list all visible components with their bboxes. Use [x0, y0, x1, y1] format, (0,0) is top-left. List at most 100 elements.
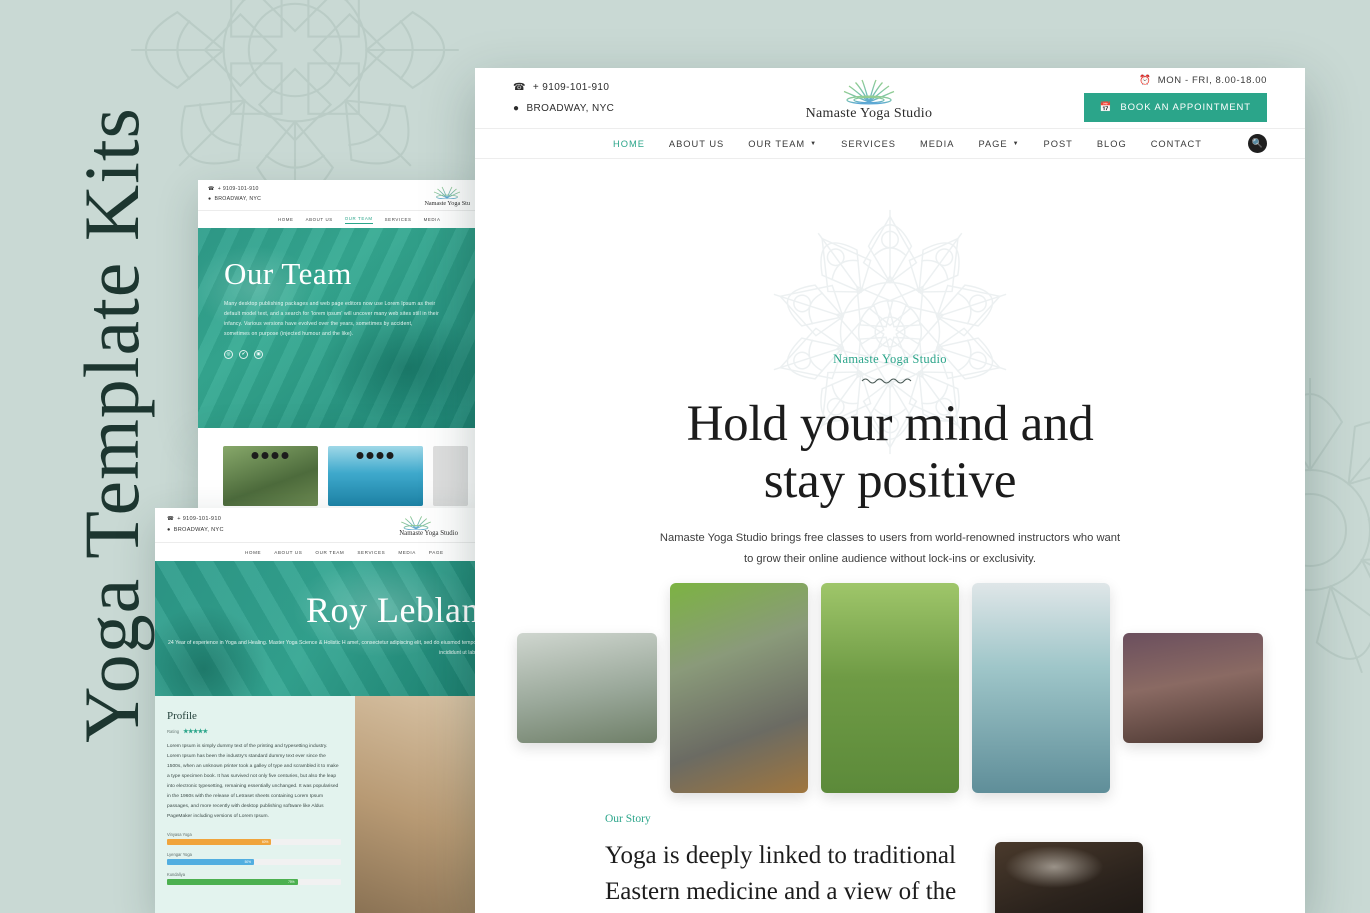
story-photo-cave[interactable]	[995, 842, 1143, 913]
strip-photo-dots	[251, 452, 289, 459]
card-team-nav-item-2[interactable]: OUR TEAM	[344, 216, 373, 224]
card-roy-nav[interactable]: HOME ABOUT US OUR TEAM SERVICES MEDIA PA…	[155, 542, 480, 561]
lotus-icon	[401, 515, 432, 530]
nav-item-home[interactable]: HOME	[613, 139, 645, 149]
card-roy-title: Roy Leblan	[306, 590, 480, 630]
search-icon[interactable]: 🔍	[1248, 134, 1267, 153]
skill-bar: Kundaliya 75%	[167, 872, 341, 886]
phone-icon: ☎	[208, 186, 215, 193]
calendar-icon: 📅	[1099, 101, 1113, 113]
skill-label: Lyengar Yoga	[167, 852, 192, 858]
photo-gallery	[475, 563, 1305, 813]
card-team-nav[interactable]: HOME ABOUT US OUR TEAM SERVICES MEDIA	[198, 210, 478, 228]
card-team-topbar: ☎ + 9109-101-910 ● BROADWAY, NYC Namaste…	[198, 180, 478, 210]
hero-content: Namaste Yoga Studio Hold your mind and s…	[475, 159, 1305, 602]
card-roy-nav-item-1[interactable]: ABOUT US	[274, 550, 302, 555]
card-roy-body: Profile Rating ★★★★★ Lorem Ipsum is simp…	[155, 696, 480, 913]
card-roy-nav-item-2[interactable]: OUR TEAM	[315, 550, 344, 555]
rating-label: Rating	[167, 729, 180, 734]
nav-item-media[interactable]: MEDIA	[920, 139, 954, 149]
gallery-photo-statue-mist[interactable]	[517, 633, 657, 743]
skill-fill: 60%	[167, 839, 272, 846]
nav-label: BLOG	[1096, 138, 1127, 149]
site-nav[interactable]: HOME ABOUT US OUR TEAM ▼ SERVICES MEDIA …	[475, 128, 1305, 159]
book-appointment-button[interactable]: 📅 BOOK AN APPOINTMENT	[1083, 92, 1267, 122]
profile-panel: Profile Rating ★★★★★ Lorem Ipsum is simp…	[155, 696, 355, 913]
skill-track: 50%	[167, 859, 341, 866]
card-roy-hero: Roy Leblan 24 Year of experience in Yoga…	[155, 561, 480, 696]
card-roy-contact: ☎ + 9109-101-910 ● BROADWAY, NYC	[167, 514, 224, 536]
card-team-nav-item-3[interactable]: SERVICES	[385, 217, 412, 222]
site-logo[interactable]: Namaste Yoga Studio	[806, 75, 933, 122]
lotus-icon	[434, 185, 461, 199]
header-phone: + 9109-101-910	[532, 82, 610, 93]
skill-bars: Vinyasa Yoga 60% Lyengar Yoga 50% Kundal…	[167, 832, 341, 886]
skill-label: Vinyasa Yoga	[167, 832, 192, 838]
card-roy-topbar: ☎ + 9109-101-910 ● BROADWAY, NYC Namaste…	[155, 508, 480, 542]
gallery-photo-buddha[interactable]	[670, 583, 808, 793]
card-team-logo[interactable]: Namaste Yoga Stu	[424, 184, 470, 207]
twitter-icon[interactable]: ✔	[239, 349, 248, 359]
preview-card-roy-leblan[interactable]: ☎ + 9109-101-910 ● BROADWAY, NYC Namaste…	[155, 508, 480, 913]
location-pin-icon: ●	[208, 196, 212, 202]
card-team-socials[interactable]: ◎ ✔ ▣	[224, 349, 456, 359]
nav-label: ABOUT US	[668, 138, 725, 149]
profile-rating: Rating ★★★★★	[167, 728, 341, 735]
card-roy-address: BROADWAY, NYC	[173, 527, 224, 533]
nav-item-post[interactable]: POST	[1044, 139, 1073, 149]
card-team-nav-item-4[interactable]: MEDIA	[424, 217, 441, 222]
strip-photo-blank[interactable]	[432, 446, 468, 506]
profile-text: Lorem Ipsum is simply dummy text of the …	[167, 744, 339, 820]
phone-icon: ☎	[513, 82, 526, 93]
card-roy-subtitle: 24 Year of experience in Yoga and Healin…	[168, 640, 478, 657]
our-story-section: Our Story Yoga is deeply linked to tradi…	[605, 813, 1305, 913]
card-team-paragraph: Many desktop publishing packages and web…	[224, 301, 439, 337]
card-team-brand: Namaste Yoga Stu	[424, 199, 470, 207]
card-roy-nav-item-0[interactable]: HOME	[245, 550, 261, 555]
gallery-photo-sunset[interactable]	[1123, 633, 1263, 743]
nav-item-about-us[interactable]: ABOUT US	[669, 139, 724, 149]
story-label: Our Story	[605, 813, 651, 825]
strip-photo-palms[interactable]	[223, 446, 318, 506]
nav-item-our-team[interactable]: OUR TEAM ▼	[748, 139, 817, 149]
brand-name: Namaste Yoga Studio	[805, 105, 933, 121]
card-team-hero: Our Team Many desktop publishing package…	[198, 228, 478, 428]
site-header: ☎ + 9109-101-910 ● BROADWAY, NYC Namaste…	[475, 68, 1305, 128]
nav-item-services[interactable]: SERVICES	[841, 139, 896, 149]
chevron-down-icon: ▼	[810, 140, 818, 147]
lotus-icon	[843, 77, 895, 104]
nav-label: OUR TEAM	[748, 138, 806, 149]
card-roy-nav-item-3[interactable]: SERVICES	[357, 550, 385, 555]
card-team-nav-item-0[interactable]: HOME	[278, 217, 294, 222]
skill-bar: Lyengar Yoga 50%	[167, 852, 341, 866]
card-roy-logo[interactable]: Namaste Yoga Studio	[399, 513, 458, 537]
hero-heading-line2: stay positive	[763, 453, 1017, 510]
nav-label: POST	[1043, 138, 1073, 149]
card-team-nav-item-1[interactable]: ABOUT US	[306, 217, 333, 222]
skill-fill: 75%	[167, 879, 298, 886]
location-pin-icon: ●	[167, 527, 171, 533]
card-roy-brand: Namaste Yoga Studio	[399, 530, 458, 537]
gallery-photo-ricefield[interactable]	[821, 583, 959, 793]
hours-text: MON - FRI, 8.00-18.00	[1157, 74, 1267, 86]
instagram-icon[interactable]: ◎	[224, 349, 233, 359]
main-site-preview[interactable]: ☎ + 9109-101-910 ● BROADWAY, NYC Namaste…	[475, 68, 1305, 913]
card-team-contact: ☎ + 9109-101-910 ● BROADWAY, NYC	[208, 185, 261, 205]
nav-item-page[interactable]: PAGE ▼	[978, 139, 1019, 149]
gallery-photo-lakeside[interactable]	[972, 583, 1110, 793]
nav-item-blog[interactable]: BLOG	[1097, 139, 1127, 149]
nav-label: CONTACT	[1150, 138, 1202, 149]
card-roy-nav-item-4[interactable]: MEDIA	[398, 550, 416, 555]
flickr-icon[interactable]: ▣	[254, 349, 263, 359]
card-roy-nav-item-5[interactable]: PAGE	[429, 550, 444, 555]
strip-photo-beach[interactable]	[327, 446, 423, 506]
card-team-title: Our Team	[224, 256, 352, 291]
header-right: ⏰ MON - FRI, 8.00-18.00 📅 BOOK AN APPOIN…	[1083, 74, 1267, 122]
card-team-phone: + 9109-101-910	[217, 186, 259, 193]
skill-label: Kundaliya	[167, 872, 185, 878]
nav-label: HOME	[613, 138, 645, 149]
nav-item-contact[interactable]: CONTACT	[1151, 139, 1202, 149]
skill-value: 75%	[288, 880, 295, 885]
card-team-address: BROADWAY, NYC	[214, 196, 262, 202]
preview-card-our-team[interactable]: ☎ + 9109-101-910 ● BROADWAY, NYC Namaste…	[198, 180, 478, 428]
